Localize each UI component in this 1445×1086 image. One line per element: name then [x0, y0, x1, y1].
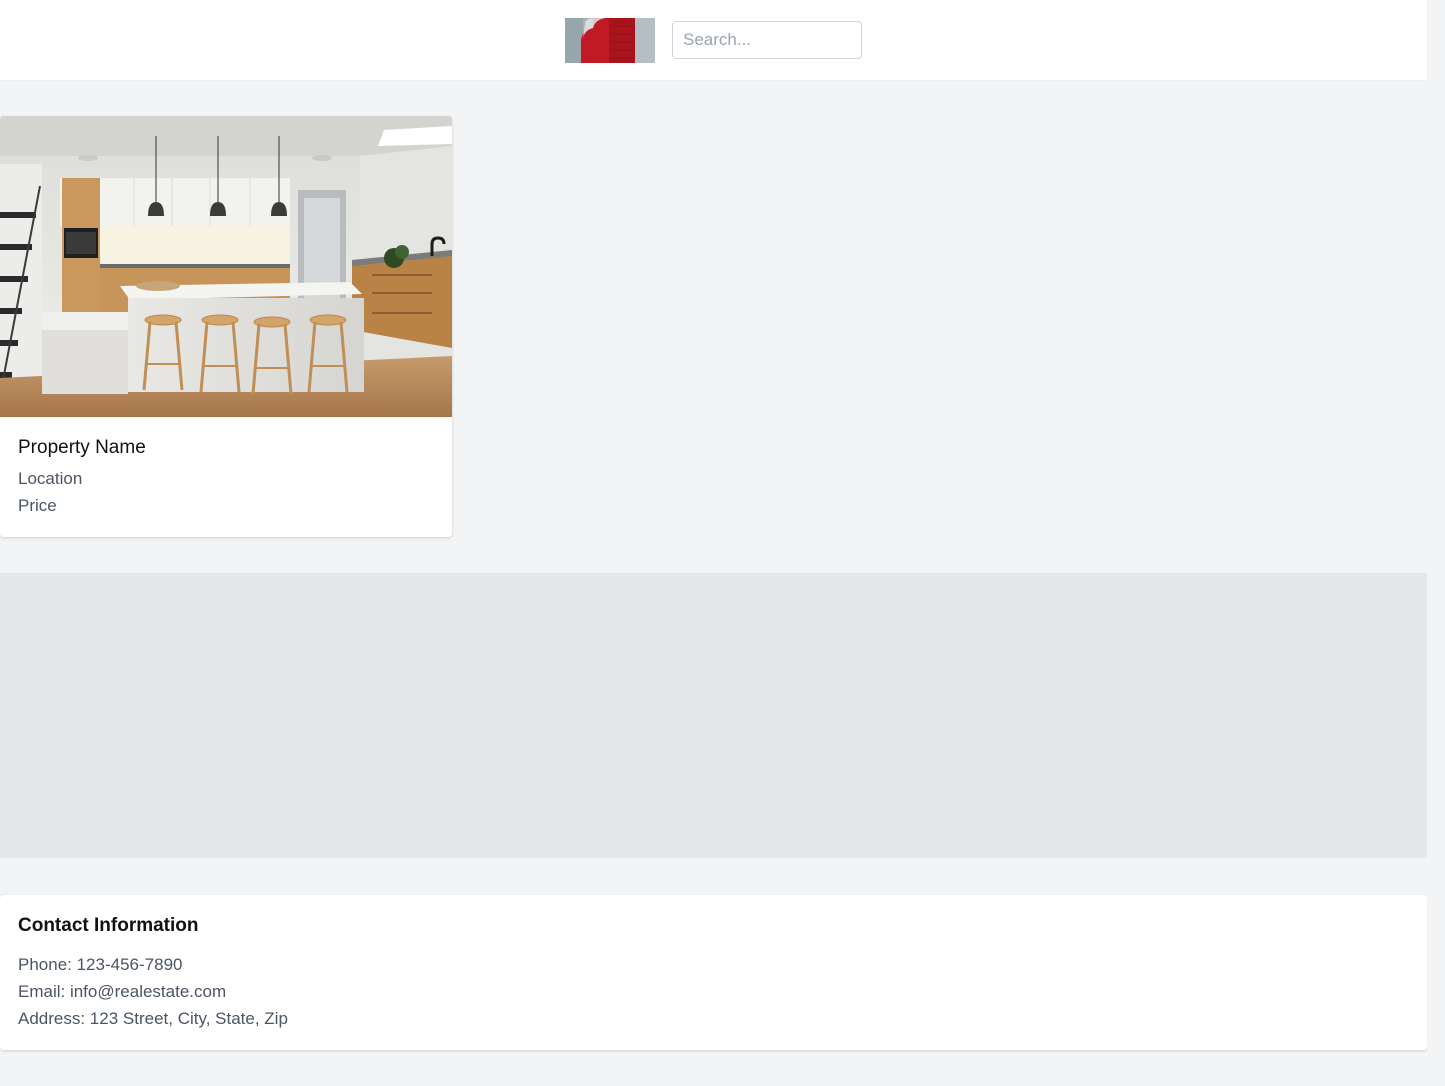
property-image	[0, 116, 452, 417]
contact-address: Address: 123 Street, City, State, Zip	[18, 1009, 288, 1028]
contact-email: Email: info@realestate.com	[18, 982, 227, 1001]
property-location: Location	[18, 469, 83, 488]
logo-graphic	[565, 18, 655, 63]
contact-title: Contact Information	[18, 915, 199, 936]
property-name: Property Name	[18, 437, 146, 458]
map-placeholder	[0, 573, 1427, 858]
page: Property Name Location Price Contact Inf…	[0, 0, 1445, 1086]
brand-logo-icon[interactable]	[565, 18, 655, 63]
kitchen-photo	[0, 116, 452, 417]
search-input[interactable]	[672, 21, 862, 59]
property-card[interactable]: Property Name Location Price	[0, 116, 452, 537]
contact-phone: Phone: 123-456-7890	[18, 955, 183, 974]
property-price: Price	[18, 496, 57, 515]
scrollbar[interactable]	[1427, 0, 1445, 1086]
contact-section: Contact Information Phone: 123-456-7890 …	[0, 895, 1427, 1050]
site-header	[0, 0, 1427, 80]
